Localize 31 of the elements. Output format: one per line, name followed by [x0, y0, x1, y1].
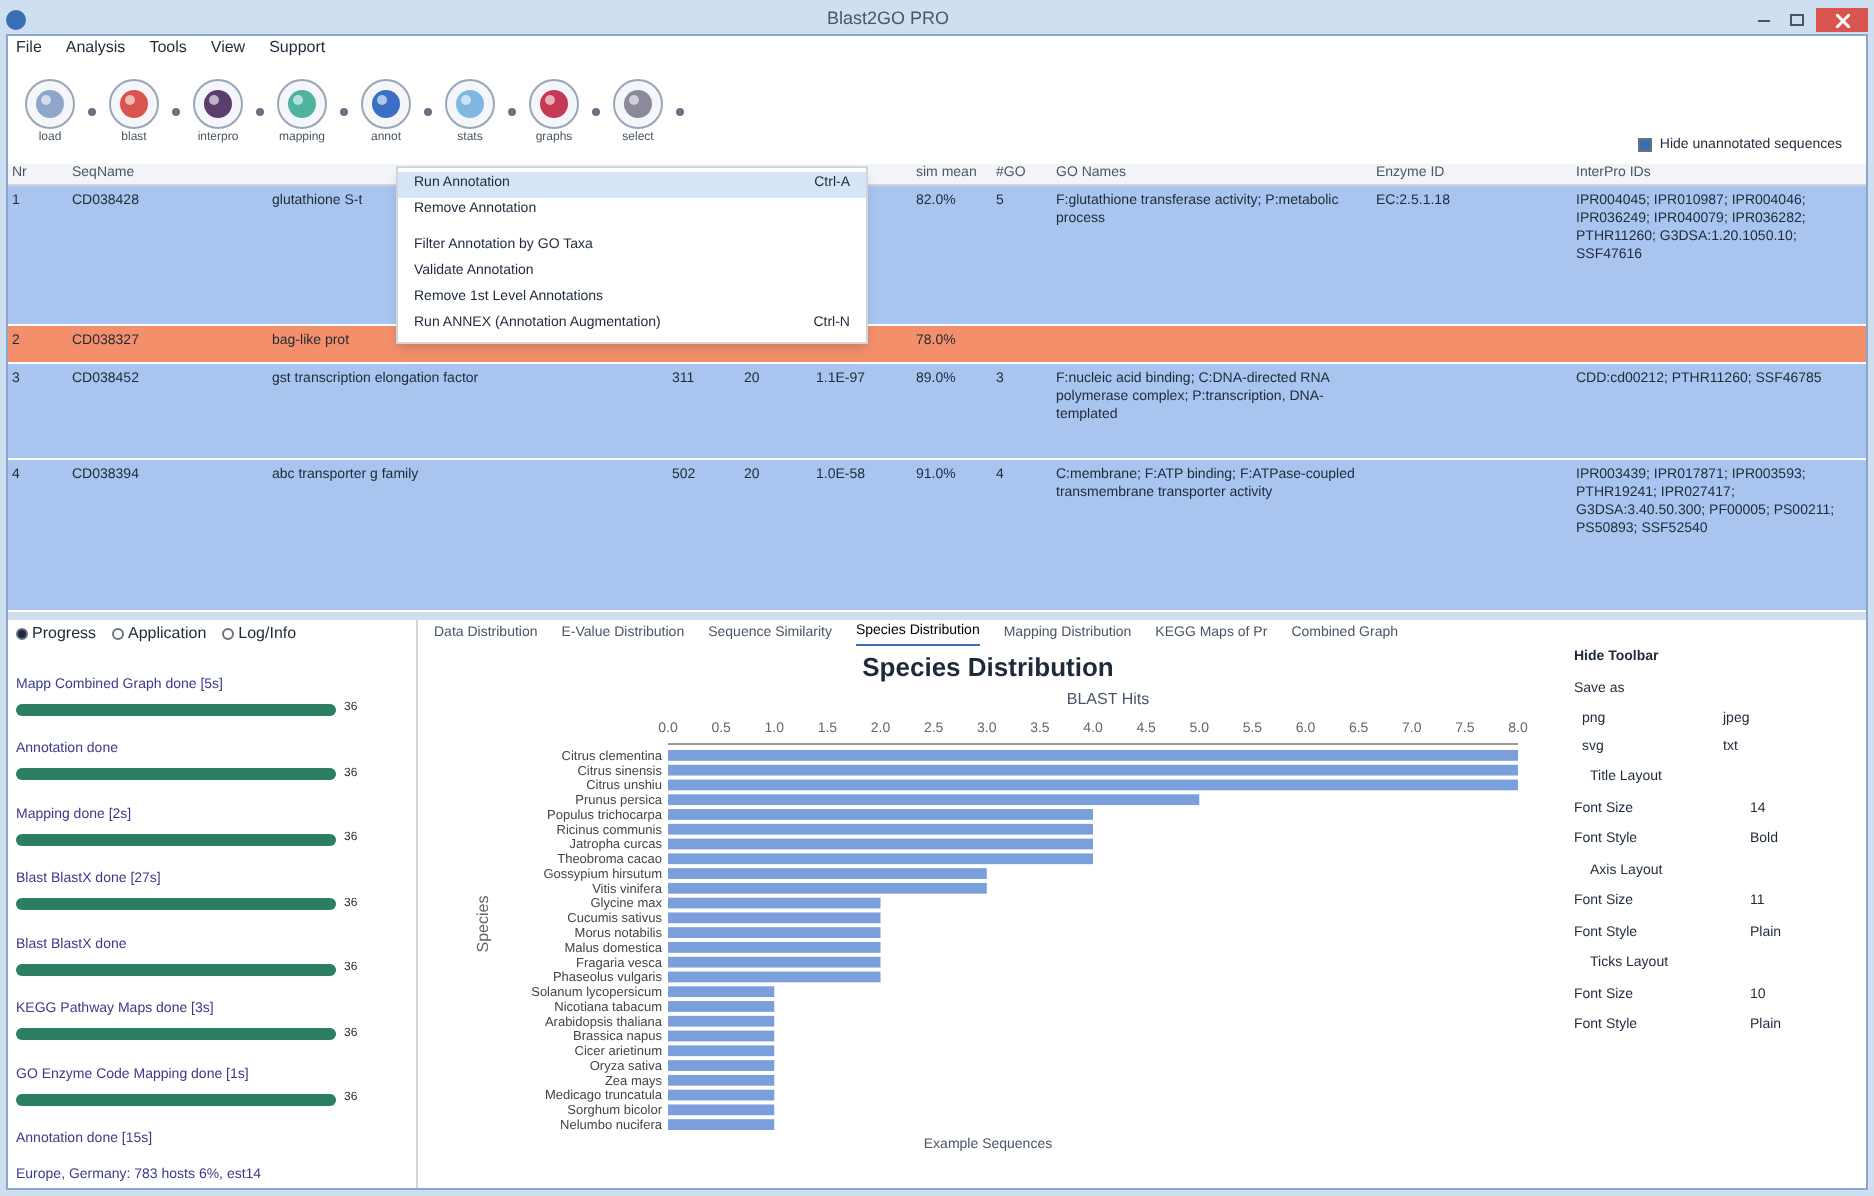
- bar: [668, 1014, 775, 1026]
- bar: [668, 985, 775, 997]
- menu-item[interactable]: View: [210, 36, 246, 60]
- chart-title: Species Distribution: [862, 650, 1114, 686]
- radio-button[interactable]: [112, 628, 125, 640]
- radio-button[interactable]: [16, 628, 28, 640]
- bar: [668, 1059, 775, 1070]
- menu-item[interactable]: Support: [269, 36, 326, 60]
- axis-label: Species: [474, 894, 492, 952]
- panel-tab-label: Application: [128, 622, 207, 646]
- bar: [668, 1103, 775, 1115]
- checkbox[interactable]: [1637, 138, 1652, 153]
- bar: [668, 1088, 775, 1100]
- axis-label: BLAST Hits: [1066, 687, 1150, 711]
- minimize-icon[interactable]: [1758, 19, 1770, 21]
- app-icon: [6, 10, 26, 30]
- panel-tab-label: Progress: [32, 622, 97, 646]
- bar: [668, 1029, 775, 1041]
- panel-tab-label: Log/Info: [238, 622, 297, 646]
- maximize-icon[interactable]: [1790, 14, 1804, 26]
- menu-item[interactable]: Tools: [149, 36, 187, 60]
- radio-button[interactable]: [222, 628, 235, 640]
- bar: [668, 1044, 775, 1056]
- close-icon: [1835, 13, 1849, 27]
- bar: [668, 1000, 775, 1011]
- menu-item[interactable]: File: [16, 36, 42, 60]
- close-button[interactable]: [1816, 8, 1868, 32]
- window-title: Blast2GO PRO: [826, 6, 950, 33]
- bar: [668, 1118, 775, 1129]
- bar: [668, 1073, 775, 1085]
- menu-item[interactable]: Analysis: [65, 36, 126, 60]
